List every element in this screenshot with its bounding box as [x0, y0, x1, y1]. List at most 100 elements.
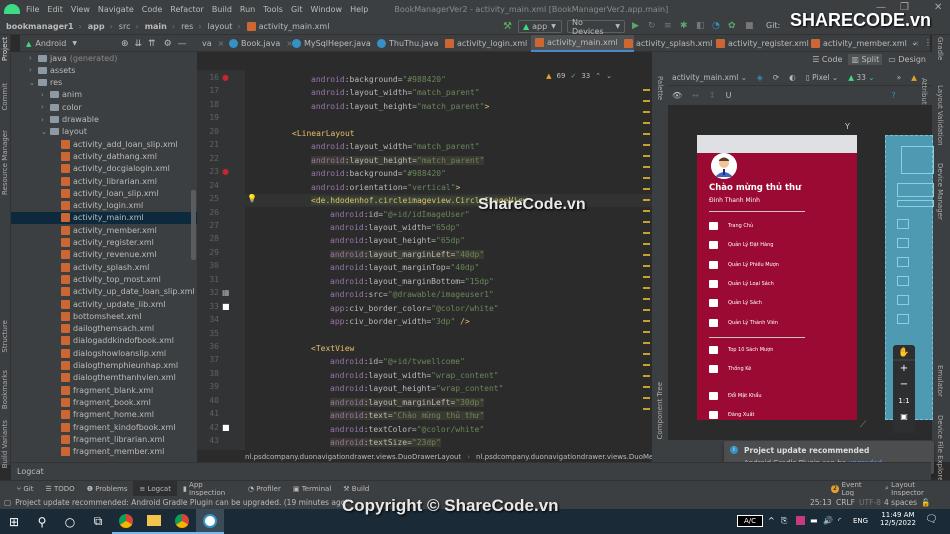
hide-icon[interactable]: — [178, 39, 187, 49]
menu-build[interactable]: Build [212, 5, 232, 14]
drawer-menu-item[interactable]: Quản Lý Đặt Hàng [709, 239, 773, 251]
gutter-marker-icon[interactable]: ● [222, 167, 229, 176]
expand-all-icon[interactable]: ⇊ [135, 39, 143, 49]
project-scrollbar[interactable] [191, 190, 196, 260]
resize-handle-icon[interactable]: ⟋ [860, 420, 866, 430]
drawer-menu-item[interactable]: Quản Lý Thành Viên [709, 317, 778, 329]
drawer-menu-item[interactable]: Quản Lý Phiếu Mượn [709, 259, 779, 271]
tool-terminal[interactable]: ▣ Terminal [287, 481, 337, 497]
close-window-button[interactable]: ✕ [934, 2, 942, 13]
tree-file[interactable]: dailogthemsach.xml [11, 323, 197, 335]
chevron-down-icon[interactable]: ⌄ [29, 79, 38, 87]
tree-file[interactable]: activity_splash.xml [11, 261, 197, 273]
tool-commit[interactable]: Commit [1, 83, 9, 111]
layout-inspector-button[interactable]: ⌕ Layout Inspector [879, 481, 950, 497]
status-message[interactable]: Project update recommended: Android Grad… [15, 498, 348, 507]
tool-profiler[interactable]: ◔ Profiler [242, 481, 287, 497]
stripe-mark[interactable] [643, 364, 650, 366]
overflow-icon[interactable]: » [897, 73, 902, 82]
drawer-menu-item[interactable]: Đăng Xuất [709, 409, 755, 420]
project-view-selector[interactable]: Android [35, 39, 66, 48]
tree-file[interactable]: activity_register.xml [11, 237, 197, 249]
tree-file[interactable]: fragment_kindofbook.xml [11, 421, 197, 433]
code-line[interactable]: android:orientation="vertical"> [311, 181, 460, 194]
tree-file[interactable]: fragment_home.xml [11, 409, 197, 421]
breadcrumb-res[interactable]: res [181, 22, 193, 31]
design-mode-button[interactable]: ▭ Design [888, 55, 926, 64]
tree-file[interactable]: dialogshowloanslip.xml [11, 347, 197, 359]
tool-structure[interactable]: Structure [1, 320, 9, 353]
api-level-select[interactable]: ▲ 33 ⌄ [848, 73, 874, 82]
warning-icon[interactable]: ▲ [911, 73, 917, 82]
coverage-icon[interactable]: ✿ [728, 21, 736, 31]
stripe-mark[interactable] [643, 342, 650, 344]
orientation-icon[interactable]: ⟳ [773, 73, 779, 82]
stripe-mark[interactable] [643, 265, 650, 267]
pin-icon[interactable]: Y [845, 122, 850, 131]
xml-crumb[interactable]: nl.psdcompany.duonavigationdrawer.views.… [245, 453, 461, 461]
locate-icon[interactable]: ⊕ [121, 39, 129, 49]
xml-crumb[interactable]: nl.psdcompany.duonavigationdrawer.views.… [476, 453, 679, 461]
stripe-mark[interactable] [643, 232, 650, 234]
tree-folder-res[interactable]: ⌄ res [11, 77, 197, 89]
vertical-constraint-icon[interactable]: ↕ [709, 91, 716, 100]
apply-code-changes-icon[interactable]: ≡ [664, 21, 672, 31]
stop-icon[interactable]: ■ [745, 21, 754, 31]
drawer-menu-item[interactable]: Thống Kê [709, 363, 751, 375]
tree-file[interactable]: activity_top_most.xml [11, 273, 197, 285]
breadcrumb-project[interactable]: bookmanager1 [6, 22, 74, 31]
stripe-mark[interactable] [643, 254, 650, 256]
run-config-select[interactable]: ▲ app ▼ [518, 20, 562, 33]
volume-icon[interactable]: 🔊 [823, 516, 833, 525]
editor-tab-active[interactable]: activity_main.xml× [531, 35, 635, 52]
design-surface-icon[interactable]: ◈ [757, 73, 763, 82]
more-icon[interactable]: ⋮ [924, 38, 932, 47]
stripe-mark[interactable] [643, 287, 650, 289]
menu-file[interactable]: File [26, 5, 39, 14]
stripe-mark[interactable] [643, 122, 650, 124]
menu-git[interactable]: Git [291, 5, 303, 14]
pan-hand-icon[interactable]: ✋ [893, 345, 915, 361]
stripe-mark[interactable] [643, 353, 650, 355]
stripe-mark[interactable] [643, 89, 650, 91]
tree-file[interactable]: activity_update_lib.xml [11, 298, 197, 310]
tool-layout-validation[interactable]: Layout Validation [936, 85, 944, 146]
drawer-menu-item[interactable]: Quản Lý Sách [709, 297, 762, 309]
zoom-out-button[interactable]: − [893, 377, 915, 393]
menu-navigate[interactable]: Navigate [98, 5, 134, 14]
code-mode-button[interactable]: ☰ Code [812, 55, 842, 64]
stripe-mark[interactable] [643, 243, 650, 245]
previous-highlight-icon[interactable]: ⌃ [595, 72, 601, 80]
chevron-right-icon[interactable]: › [29, 54, 38, 62]
stripe-mark[interactable] [643, 177, 650, 179]
device-select[interactable]: No Devices ▼ [567, 18, 625, 36]
tool-device-file-explorer[interactable]: Device File Explorer [936, 415, 944, 484]
editor-tab[interactable]: Book.java × [225, 35, 297, 52]
code-line[interactable]: app:civ_border_color="@color/white" [330, 302, 499, 315]
breadcrumb-main[interactable]: main [145, 22, 167, 31]
caret-position[interactable]: 25:13 [810, 498, 832, 507]
event-log-button[interactable]: 2 Event Log [825, 481, 879, 497]
stripe-mark[interactable] [643, 309, 650, 311]
code-line[interactable]: android:layout_marginBottom="15dp" [330, 275, 494, 288]
tool-app-inspection[interactable]: ▮ App Inspection [177, 481, 242, 497]
zoom-in-button[interactable]: + [893, 361, 915, 377]
task-view-icon[interactable]: ⧉ [84, 509, 112, 534]
menu-refactor[interactable]: Refactor [170, 5, 204, 14]
gutter-marker-icon[interactable]: ■ [222, 423, 230, 432]
editor-tab[interactable]: activity_member.xml × [807, 35, 924, 52]
code-line[interactable]: android:layout_height="match_parent" [311, 154, 485, 167]
run-icon[interactable]: ▶ [632, 21, 639, 31]
zoom-fit-icon[interactable]: ▣ [893, 409, 915, 425]
code-line[interactable]: android:layout_height="wrap_content" [330, 382, 503, 395]
drawer-menu-item[interactable]: Đổi Mật Khẩu [709, 390, 762, 402]
tool-device-manager[interactable]: Device Manager [936, 163, 944, 220]
ac-indicator[interactable]: A/C [737, 515, 764, 527]
tree-file[interactable]: activity_member.xml [11, 224, 197, 236]
tree-file[interactable]: activity_librarian.xml [11, 175, 197, 187]
cortana-icon[interactable]: ○ [56, 509, 84, 534]
search-icon[interactable]: ⚲ [28, 509, 56, 534]
debug-icon[interactable]: ✱ [680, 21, 688, 31]
menu-edit[interactable]: Edit [47, 5, 63, 14]
tree-folder-assets[interactable]: › assets [11, 64, 197, 76]
